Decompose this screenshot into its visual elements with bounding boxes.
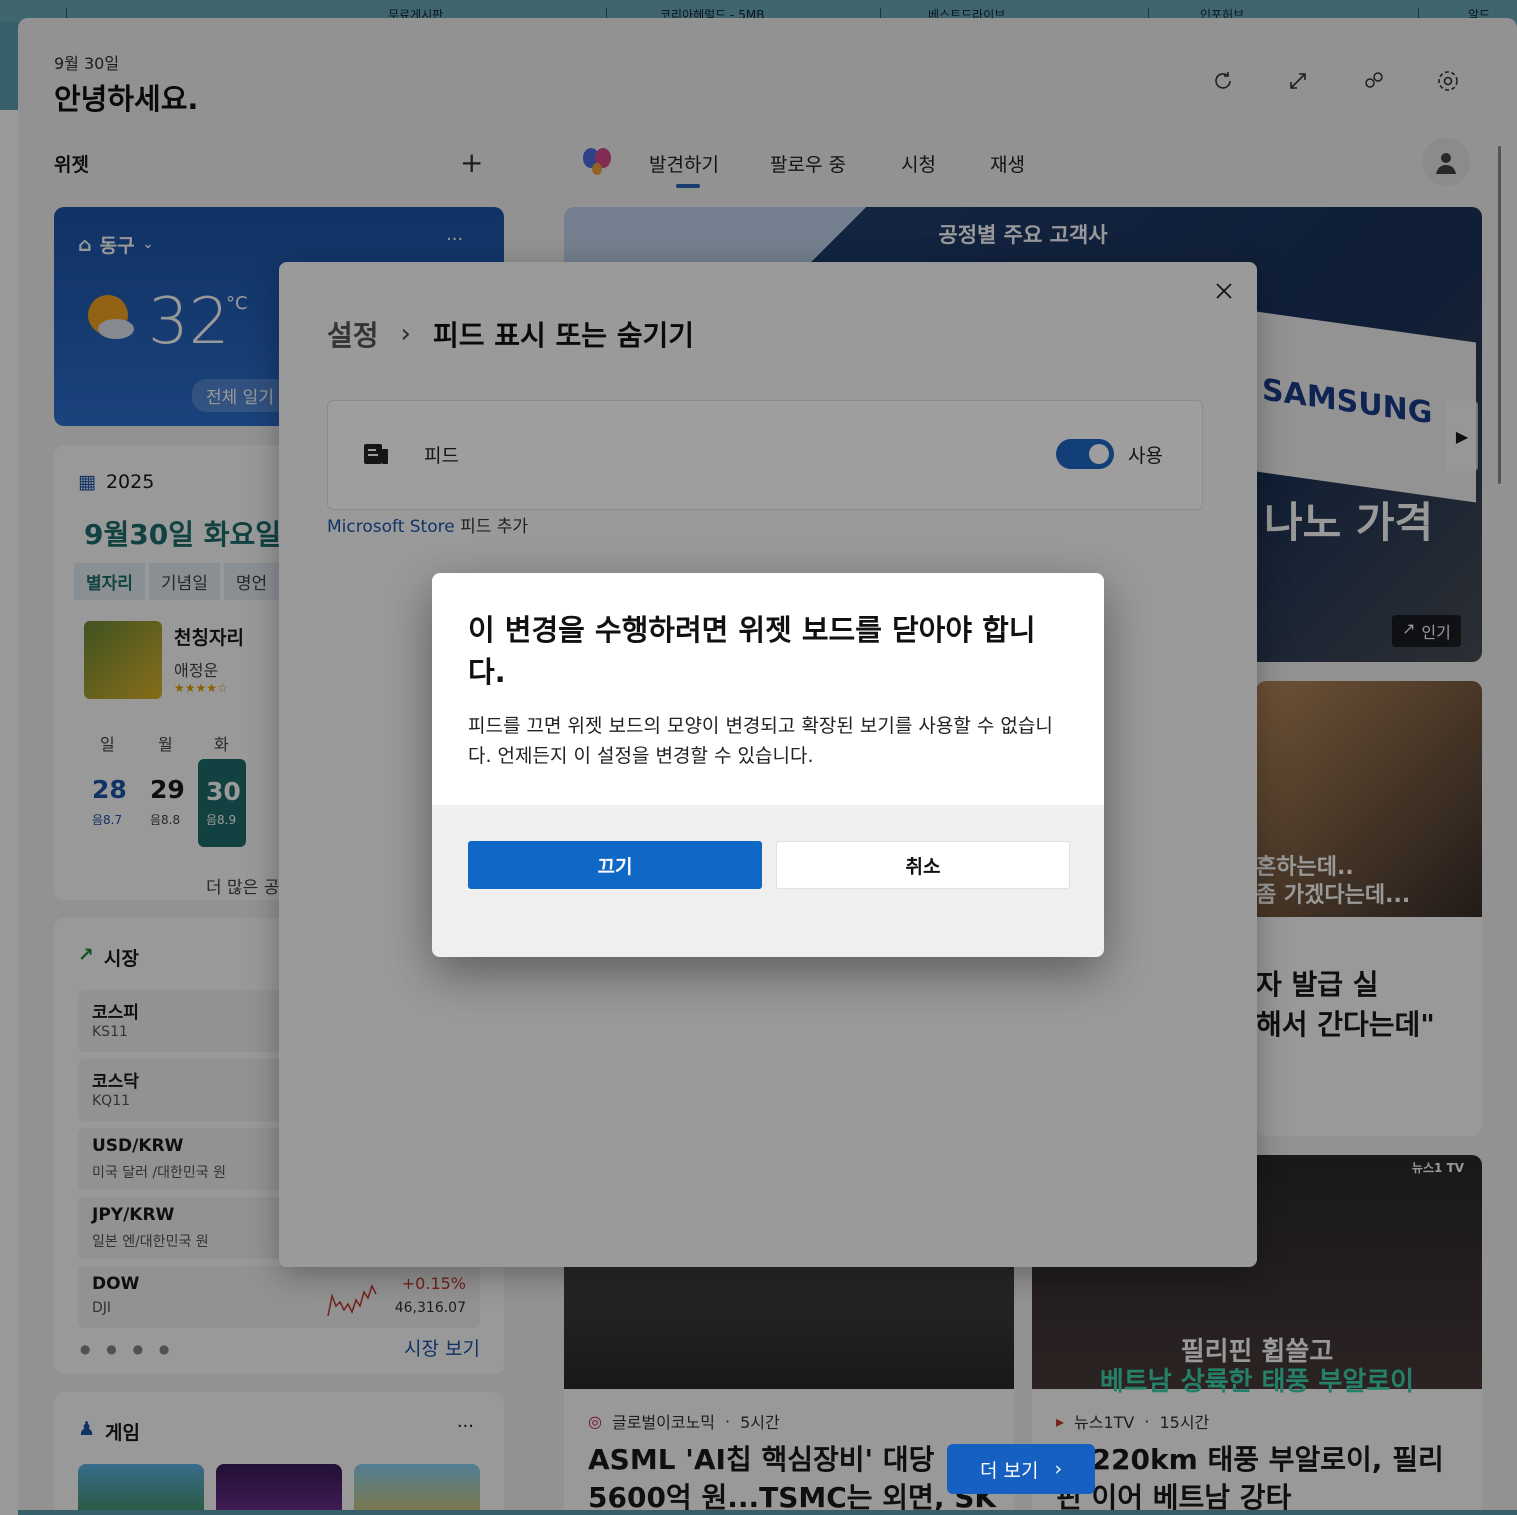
chevron-right-icon: › (1054, 1458, 1063, 1480)
see-more-button[interactable]: 더 보기 › (947, 1444, 1095, 1494)
cancel-button[interactable]: 취소 (776, 841, 1070, 889)
dialog-footer: 끄기 취소 (432, 805, 1104, 957)
turn-off-button[interactable]: 끄기 (468, 841, 762, 889)
see-more-label: 더 보기 (979, 1459, 1039, 1482)
dialog-title: 이 변경을 수행하려면 위젯 보드를 닫아야 합니다. (468, 613, 1036, 689)
confirm-dialog: 이 변경을 수행하려면 위젯 보드를 닫아야 합니다. 피드를 끄면 위젯 보드… (432, 573, 1104, 957)
dialog-body: 피드를 끄면 위젯 보드의 모양이 변경되고 확장된 보기를 사용할 수 없습니… (468, 715, 1053, 767)
